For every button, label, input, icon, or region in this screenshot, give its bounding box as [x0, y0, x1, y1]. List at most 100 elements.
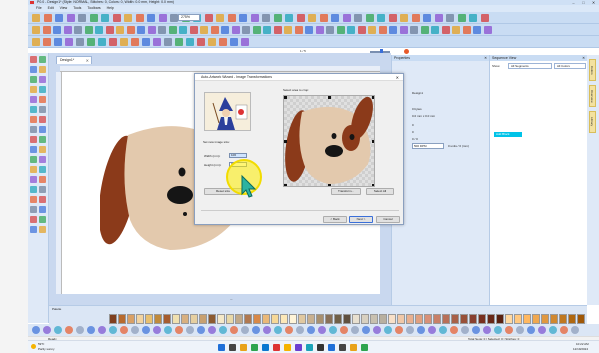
taskbar-app-icon[interactable]: [339, 344, 346, 351]
stitch-type-icon[interactable]: [406, 326, 414, 334]
stitch-type-icon[interactable]: [340, 326, 348, 334]
palette-swatch[interactable]: [154, 314, 162, 324]
sequence-item[interactable]: Add Block: [494, 132, 522, 137]
palette-swatch[interactable]: [253, 314, 261, 324]
stitch-type-icon[interactable]: [384, 326, 392, 334]
toolbar-button-icon[interactable]: [354, 14, 362, 22]
toolbar-button-icon[interactable]: [263, 26, 271, 34]
toolbar-button-icon[interactable]: [357, 26, 366, 34]
toolbar-button-icon[interactable]: [116, 26, 124, 34]
toolbar-button-icon[interactable]: [389, 26, 397, 34]
stitch-type-icon[interactable]: [43, 326, 51, 334]
crop-handle[interactable]: [372, 96, 374, 99]
stitch-type-icon[interactable]: [186, 326, 194, 334]
reset-zoom-icon[interactable]: [404, 49, 409, 54]
taskbar-app-icon[interactable]: [229, 344, 236, 351]
toolbar-button-icon[interactable]: [336, 26, 345, 34]
crop-handle[interactable]: [372, 184, 374, 186]
palette-swatch[interactable]: [280, 314, 288, 324]
palette-swatch[interactable]: [217, 314, 225, 324]
tool-button-icon[interactable]: [30, 116, 37, 123]
tool-button-icon[interactable]: [39, 186, 46, 193]
unit-select[interactable]: 500 DPM: [412, 143, 444, 149]
toolbar-button-icon[interactable]: [32, 14, 40, 22]
taskbar-app-icon[interactable]: [328, 344, 335, 351]
toolbar-button-icon[interactable]: [284, 26, 292, 34]
stitch-type-icon[interactable]: [120, 326, 128, 334]
tool-button-icon[interactable]: [30, 106, 37, 113]
stitch-type-icon[interactable]: [362, 326, 370, 334]
toolbar-button-icon[interactable]: [326, 26, 334, 34]
tool-button-icon[interactable]: [30, 216, 37, 223]
stitch-type-icon[interactable]: [417, 326, 425, 334]
stitch-type-icon[interactable]: [373, 326, 381, 334]
toolbar-button-icon[interactable]: [76, 38, 84, 46]
toolbar-button-icon[interactable]: [158, 26, 166, 34]
toolbar-button-icon[interactable]: [347, 26, 355, 34]
select-all-button[interactable]: Select All: [366, 188, 394, 195]
palette-swatch[interactable]: [325, 314, 333, 324]
stitch-type-icon[interactable]: [54, 326, 62, 334]
taskbar-app-icon[interactable]: [317, 344, 324, 351]
stitch-type-icon[interactable]: [76, 326, 84, 334]
toolbar-button-icon[interactable]: [210, 26, 219, 34]
segments-filter-select[interactable]: All Segments: [508, 63, 552, 69]
taskbar-app-icon[interactable]: [284, 344, 291, 351]
toolbar-button-icon[interactable]: [219, 38, 227, 46]
colors-filter-select[interactable]: All Colors: [554, 63, 586, 69]
palette-swatch[interactable]: [451, 314, 459, 324]
toolbar-button-icon[interactable]: [285, 14, 293, 22]
stitch-type-icon[interactable]: [516, 326, 524, 334]
taskbar-app-icon[interactable]: [251, 344, 258, 351]
toolbar-button-icon[interactable]: [95, 26, 103, 34]
toolbar-button-icon[interactable]: [378, 26, 387, 34]
crop-preview[interactable]: [283, 95, 375, 187]
stitch-type-icon[interactable]: [450, 326, 458, 334]
document-tab[interactable]: Design1* ✕: [56, 56, 92, 64]
palette-swatch[interactable]: [361, 314, 369, 324]
stitch-type-icon[interactable]: [87, 326, 95, 334]
toolbar-button-icon[interactable]: [147, 14, 155, 22]
palette-swatch[interactable]: [397, 314, 405, 324]
transform-button[interactable]: Transform...: [331, 188, 361, 195]
stitch-type-icon[interactable]: [505, 326, 513, 334]
toolbar-button-icon[interactable]: [164, 38, 172, 46]
palette-swatch[interactable]: [226, 314, 234, 324]
taskbar-app-icon[interactable]: [361, 344, 368, 351]
palette-swatch[interactable]: [532, 314, 540, 324]
palette-swatch[interactable]: [190, 314, 198, 324]
tool-button-icon[interactable]: [39, 116, 46, 123]
stitch-type-icon[interactable]: [98, 326, 106, 334]
toolbar-button-icon[interactable]: [446, 14, 454, 22]
toolbar-button-icon[interactable]: [242, 26, 250, 34]
toolbar-button-icon[interactable]: [43, 14, 52, 22]
palette-swatch[interactable]: [181, 314, 189, 324]
toolbar-button-icon[interactable]: [331, 14, 339, 22]
toolbar-button-icon[interactable]: [87, 38, 95, 46]
toolbar-button-icon[interactable]: [399, 26, 408, 34]
palette-swatch[interactable]: [568, 314, 576, 324]
crop-handle[interactable]: [284, 96, 287, 99]
tool-button-icon[interactable]: [39, 206, 46, 213]
stitch-type-icon[interactable]: [494, 326, 502, 334]
toolbar-button-icon[interactable]: [65, 38, 73, 46]
stitch-type-icon[interactable]: [560, 326, 568, 334]
taskbar-app-icon[interactable]: [240, 344, 247, 351]
tool-button-icon[interactable]: [30, 76, 37, 83]
palette-swatch[interactable]: [172, 314, 180, 324]
toolbar-button-icon[interactable]: [231, 26, 240, 34]
taskbar-app-icon[interactable]: [306, 344, 313, 351]
toolbar-button-icon[interactable]: [365, 14, 374, 22]
palette-swatch[interactable]: [370, 314, 378, 324]
palette-swatch[interactable]: [379, 314, 387, 324]
toolbar-button-icon[interactable]: [315, 26, 324, 34]
palette-swatch[interactable]: [406, 314, 414, 324]
side-tab-overview[interactable]: Overview: [589, 85, 596, 107]
tool-button-icon[interactable]: [30, 126, 37, 133]
toolbar-button-icon[interactable]: [216, 14, 224, 22]
crop-handle[interactable]: [328, 96, 331, 99]
tool-button-icon[interactable]: [39, 106, 46, 113]
palette-swatch[interactable]: [577, 314, 585, 324]
stitch-type-icon[interactable]: [318, 326, 326, 334]
toolbar-button-icon[interactable]: [120, 38, 128, 46]
